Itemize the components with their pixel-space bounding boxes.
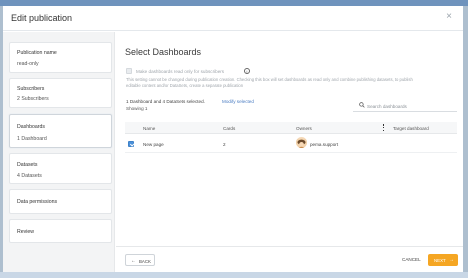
column-menu-icon[interactable] [383, 124, 384, 132]
readonly-checkbox[interactable] [126, 68, 132, 74]
modal-title: Edit publication [11, 13, 73, 23]
dashboards-panel: Select Dashboards Make dashboards read o… [116, 32, 463, 246]
cancel-button[interactable]: CANCEL [402, 257, 421, 262]
step-title: Dashboards [17, 124, 45, 130]
step-subtitle: 4 Datasets [17, 173, 42, 179]
info-icon[interactable]: i [244, 68, 250, 74]
step-publication-name[interactable]: Publication name read-only [9, 42, 112, 73]
step-datasets[interactable]: Datasets 4 Datasets [9, 153, 112, 184]
column-header-owners[interactable]: Owners [296, 126, 312, 131]
section-title: Select Dashboards [125, 47, 202, 57]
step-title: Data permissions [17, 199, 58, 205]
column-header-target-dashboard[interactable]: Target dashboard [393, 126, 429, 131]
readonly-checkbox-label: Make dashboards read only for subscriber… [136, 68, 225, 74]
step-dashboards[interactable]: Dashboards 1 Dashboard [9, 114, 112, 148]
row-cards: 2 [223, 141, 226, 147]
description-line-1: This setting cannot be changed during pu… [126, 77, 413, 82]
next-arrow-icon: → [449, 256, 454, 263]
search-input[interactable] [367, 101, 453, 111]
step-subtitle: 2 Subscribers [17, 96, 49, 102]
step-title: Subscribers [17, 86, 45, 92]
steps-sidebar: Publication name read-only Subscribers 2… [3, 32, 115, 272]
step-subtitle: 1 Dashboard [17, 136, 47, 142]
row-checkbox[interactable] [128, 141, 134, 147]
step-title: Publication name [17, 50, 57, 56]
step-title: Review [17, 229, 35, 235]
next-button-label: NEXT [434, 257, 446, 263]
close-icon[interactable]: × [446, 12, 452, 22]
step-review[interactable]: Review [9, 219, 112, 243]
column-header-name[interactable]: Name [143, 126, 155, 131]
modal-footer: ← BACK CANCEL NEXT → [116, 246, 463, 272]
column-header-cards[interactable]: Cards [223, 126, 235, 131]
step-subtitle: read-only [17, 61, 39, 67]
row-name: New page [143, 141, 164, 147]
back-button-label: BACK [139, 258, 151, 264]
edit-publication-modal: Edit publication × Publication name read… [3, 6, 463, 272]
backdrop-bottom-strip [0, 272, 468, 278]
modify-selected-link[interactable]: Modify selected [222, 99, 254, 104]
modal-header: Edit publication × [3, 6, 463, 31]
showing-count: Showing 1 [126, 106, 148, 111]
selection-summary: 1 Dashboard and 4 DataSets selected. [126, 99, 205, 104]
back-arrow-icon: ← [131, 257, 136, 264]
back-button[interactable]: ← BACK [125, 254, 155, 266]
step-data-permissions[interactable]: Data permissions [9, 189, 112, 214]
step-subscribers[interactable]: Subscribers 2 Subscribers [9, 78, 112, 108]
step-title: Datasets [17, 162, 38, 168]
table-row[interactable]: New page 2 pema.support [125, 135, 457, 153]
description-line-2: editable content and/or DataSets, create… [126, 83, 244, 88]
next-button[interactable]: NEXT → [428, 254, 458, 266]
table-header: Name Cards Owners Target dashboard [125, 122, 457, 134]
row-owner: pema.support [310, 141, 339, 147]
search-icon [359, 102, 365, 108]
avatar [296, 137, 307, 148]
search-box [353, 100, 457, 112]
